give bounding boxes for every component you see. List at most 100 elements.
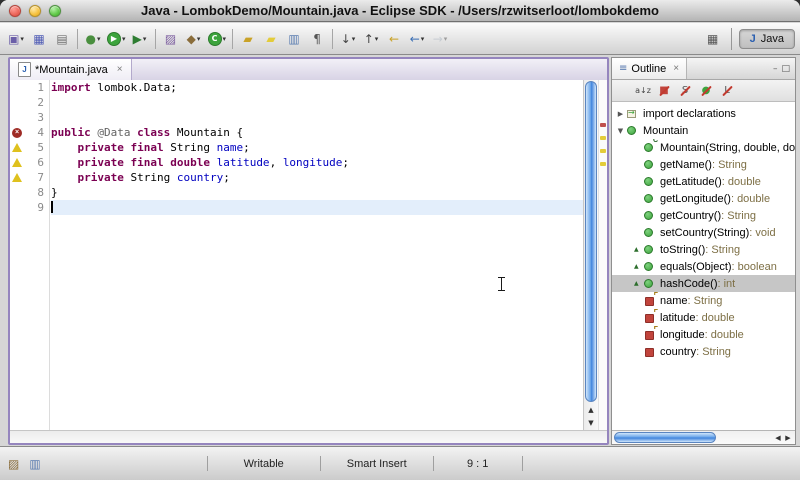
hide-static-members-button[interactable]: S: [676, 82, 694, 100]
close-window-button[interactable]: [9, 5, 21, 17]
show-whitespace-button[interactable]: ¶: [306, 27, 328, 51]
editor-vertical-scrollbar[interactable]: ▲ ▼: [583, 80, 598, 430]
outline-item-getcountry[interactable]: getCountry() : String: [612, 207, 795, 224]
status-writable: Writable: [208, 458, 320, 470]
minimize-window-button[interactable]: [29, 5, 41, 17]
next-annotation-dropdown-icon[interactable]: ▾: [352, 35, 356, 43]
code-line-7[interactable]: private String country;: [51, 170, 583, 185]
collapsed-expander-icon[interactable]: ▶: [615, 110, 626, 118]
scroll-up-icon[interactable]: ▲: [588, 404, 593, 417]
editor-horizontal-scrollbar[interactable]: [10, 430, 607, 443]
java-perspective-button[interactable]: J Java: [739, 29, 795, 49]
outline-item-latitude[interactable]: latitude : double: [612, 309, 795, 326]
outline-header-buttons: – □: [773, 64, 795, 74]
next-annotation-button[interactable]: ↓▾: [337, 27, 359, 51]
toggle-mark-occurrences-button[interactable]: ▰: [260, 27, 282, 51]
editor-tab-mountain-java[interactable]: J *Mountain.java ×: [10, 59, 132, 80]
outline-tab[interactable]: ≡ Outline ×: [612, 58, 687, 79]
back-history-button[interactable]: ←▾: [406, 27, 428, 51]
show-selected-element-only-button[interactable]: ▥: [283, 27, 305, 51]
save-button[interactable]: ▦: [28, 27, 50, 51]
new-java-class-button[interactable]: C▾: [206, 27, 229, 51]
code-token: [51, 156, 78, 169]
code-line-8[interactable]: }: [51, 185, 583, 200]
status-input-mode: Smart Insert: [321, 458, 433, 470]
outline-item-equals-object[interactable]: ▲equals(Object) : boolean: [612, 258, 795, 275]
previous-annotation-dropdown-icon[interactable]: ▾: [375, 35, 379, 43]
search-button[interactable]: ▰: [237, 27, 259, 51]
last-edit-location-button[interactable]: ←: [383, 27, 405, 51]
new-wizard-dropdown-icon[interactable]: ▾: [20, 35, 24, 43]
run-button[interactable]: ▶▾: [105, 27, 128, 51]
new-java-package-dropdown-icon[interactable]: ▾: [197, 35, 201, 43]
debug-dropdown-icon[interactable]: ▾: [97, 35, 101, 43]
outline-item-import-declarations[interactable]: ▶import declarations: [612, 105, 795, 122]
overview-ruler[interactable]: [598, 80, 607, 430]
debug-button[interactable]: ●▾: [82, 27, 104, 51]
hide-local-types-button[interactable]: L: [718, 82, 736, 100]
close-editor-tab-icon[interactable]: ×: [117, 64, 123, 75]
scroll-left-icon[interactable]: ◀: [773, 434, 783, 442]
close-outline-view-icon[interactable]: ×: [673, 63, 679, 74]
field-icon: [643, 294, 656, 307]
outline-item-hashcode[interactable]: ▲hashCode() : int: [612, 275, 795, 292]
open-perspective-button[interactable]: ▦: [702, 27, 724, 51]
outline-item-getlatitude[interactable]: getLatitude() : double: [612, 173, 795, 190]
warning-overview-tick[interactable]: [600, 136, 606, 140]
new-wizard-button[interactable]: ▣▾: [5, 27, 27, 51]
hide-non-public-members-button[interactable]: ●: [697, 82, 715, 100]
code-line-6[interactable]: private final double latitude, longitude…: [51, 155, 583, 170]
run-external-tools-dropdown-icon[interactable]: ▾: [143, 35, 147, 43]
outline-item-mountain-string-double-double[interactable]: Mountain(String, double, double): [612, 139, 795, 156]
outline-item-getlongitude[interactable]: getLongitude() : double: [612, 190, 795, 207]
pin-editor-icon[interactable]: ▥: [29, 457, 40, 471]
error-marker-icon[interactable]: ×: [12, 128, 22, 138]
fast-view-icon[interactable]: ▨: [8, 457, 19, 471]
warning-marker-icon[interactable]: [12, 143, 22, 152]
code-token: private final double: [78, 156, 210, 169]
error-overview-tick[interactable]: [600, 123, 606, 127]
new-java-project-button[interactable]: ▨: [160, 27, 182, 51]
new-java-package-button[interactable]: ◆▾: [183, 27, 205, 51]
warning-marker-icon[interactable]: [12, 158, 22, 167]
new-java-class-dropdown-icon[interactable]: ▾: [223, 35, 227, 43]
outline-item-mountain[interactable]: ▼Mountain: [612, 122, 795, 139]
code-line-5[interactable]: private final String name;: [51, 140, 583, 155]
outline-item-setcountry-string[interactable]: setCountry(String) : void: [612, 224, 795, 241]
code-line-4[interactable]: public @Data class Mountain {: [51, 125, 583, 140]
sort-button[interactable]: a↓z: [634, 82, 652, 100]
vertical-scrollbar-thumb[interactable]: [585, 81, 597, 402]
warning-overview-tick[interactable]: [600, 149, 606, 153]
code-token: [51, 171, 78, 184]
run-dropdown-icon[interactable]: ▾: [122, 35, 126, 43]
previous-annotation-button[interactable]: ↑▾: [360, 27, 382, 51]
outline-item-name[interactable]: name : String: [612, 292, 795, 309]
outline-item-longitude[interactable]: longitude : double: [612, 326, 795, 343]
code-line-1[interactable]: import lombok.Data;: [51, 80, 583, 95]
editor-body[interactable]: × 123456789 import lombok.Data;public @D…: [10, 80, 607, 443]
hide-fields-button[interactable]: ■: [655, 82, 673, 100]
warning-overview-tick[interactable]: [600, 162, 606, 166]
code-line-3[interactable]: [51, 110, 583, 125]
outline-scrollbar-thumb[interactable]: [614, 432, 716, 443]
titlebar[interactable]: Java - LombokDemo/Mountain.java - Eclips…: [0, 0, 800, 22]
forward-history-dropdown-icon[interactable]: ▾: [444, 35, 448, 43]
outline-item-country[interactable]: country : String: [612, 343, 795, 360]
run-external-tools-button[interactable]: ▶▾: [129, 27, 151, 51]
expanded-expander-icon[interactable]: ▼: [615, 127, 626, 135]
outline-item-getname[interactable]: getName() : String: [612, 156, 795, 173]
scroll-right-icon[interactable]: ▶: [783, 434, 793, 442]
outline-item-tostring[interactable]: ▲toString() : String: [612, 241, 795, 258]
scroll-down-icon[interactable]: ▼: [588, 417, 593, 430]
method-icon: [643, 192, 656, 205]
code-line-9[interactable]: [51, 200, 583, 215]
minimize-view-icon[interactable]: –: [773, 64, 778, 74]
print-button[interactable]: ▤: [51, 27, 73, 51]
code-area[interactable]: import lombok.Data; public @Data class Mo…: [51, 80, 583, 430]
code-line-2[interactable]: [51, 95, 583, 110]
maximize-view-icon[interactable]: □: [781, 64, 790, 74]
annotation-ruler[interactable]: ×: [10, 80, 24, 430]
outline-horizontal-scrollbar[interactable]: ◀ ▶: [612, 430, 795, 444]
back-history-dropdown-icon[interactable]: ▾: [421, 35, 425, 43]
warning-marker-icon[interactable]: [12, 173, 22, 182]
